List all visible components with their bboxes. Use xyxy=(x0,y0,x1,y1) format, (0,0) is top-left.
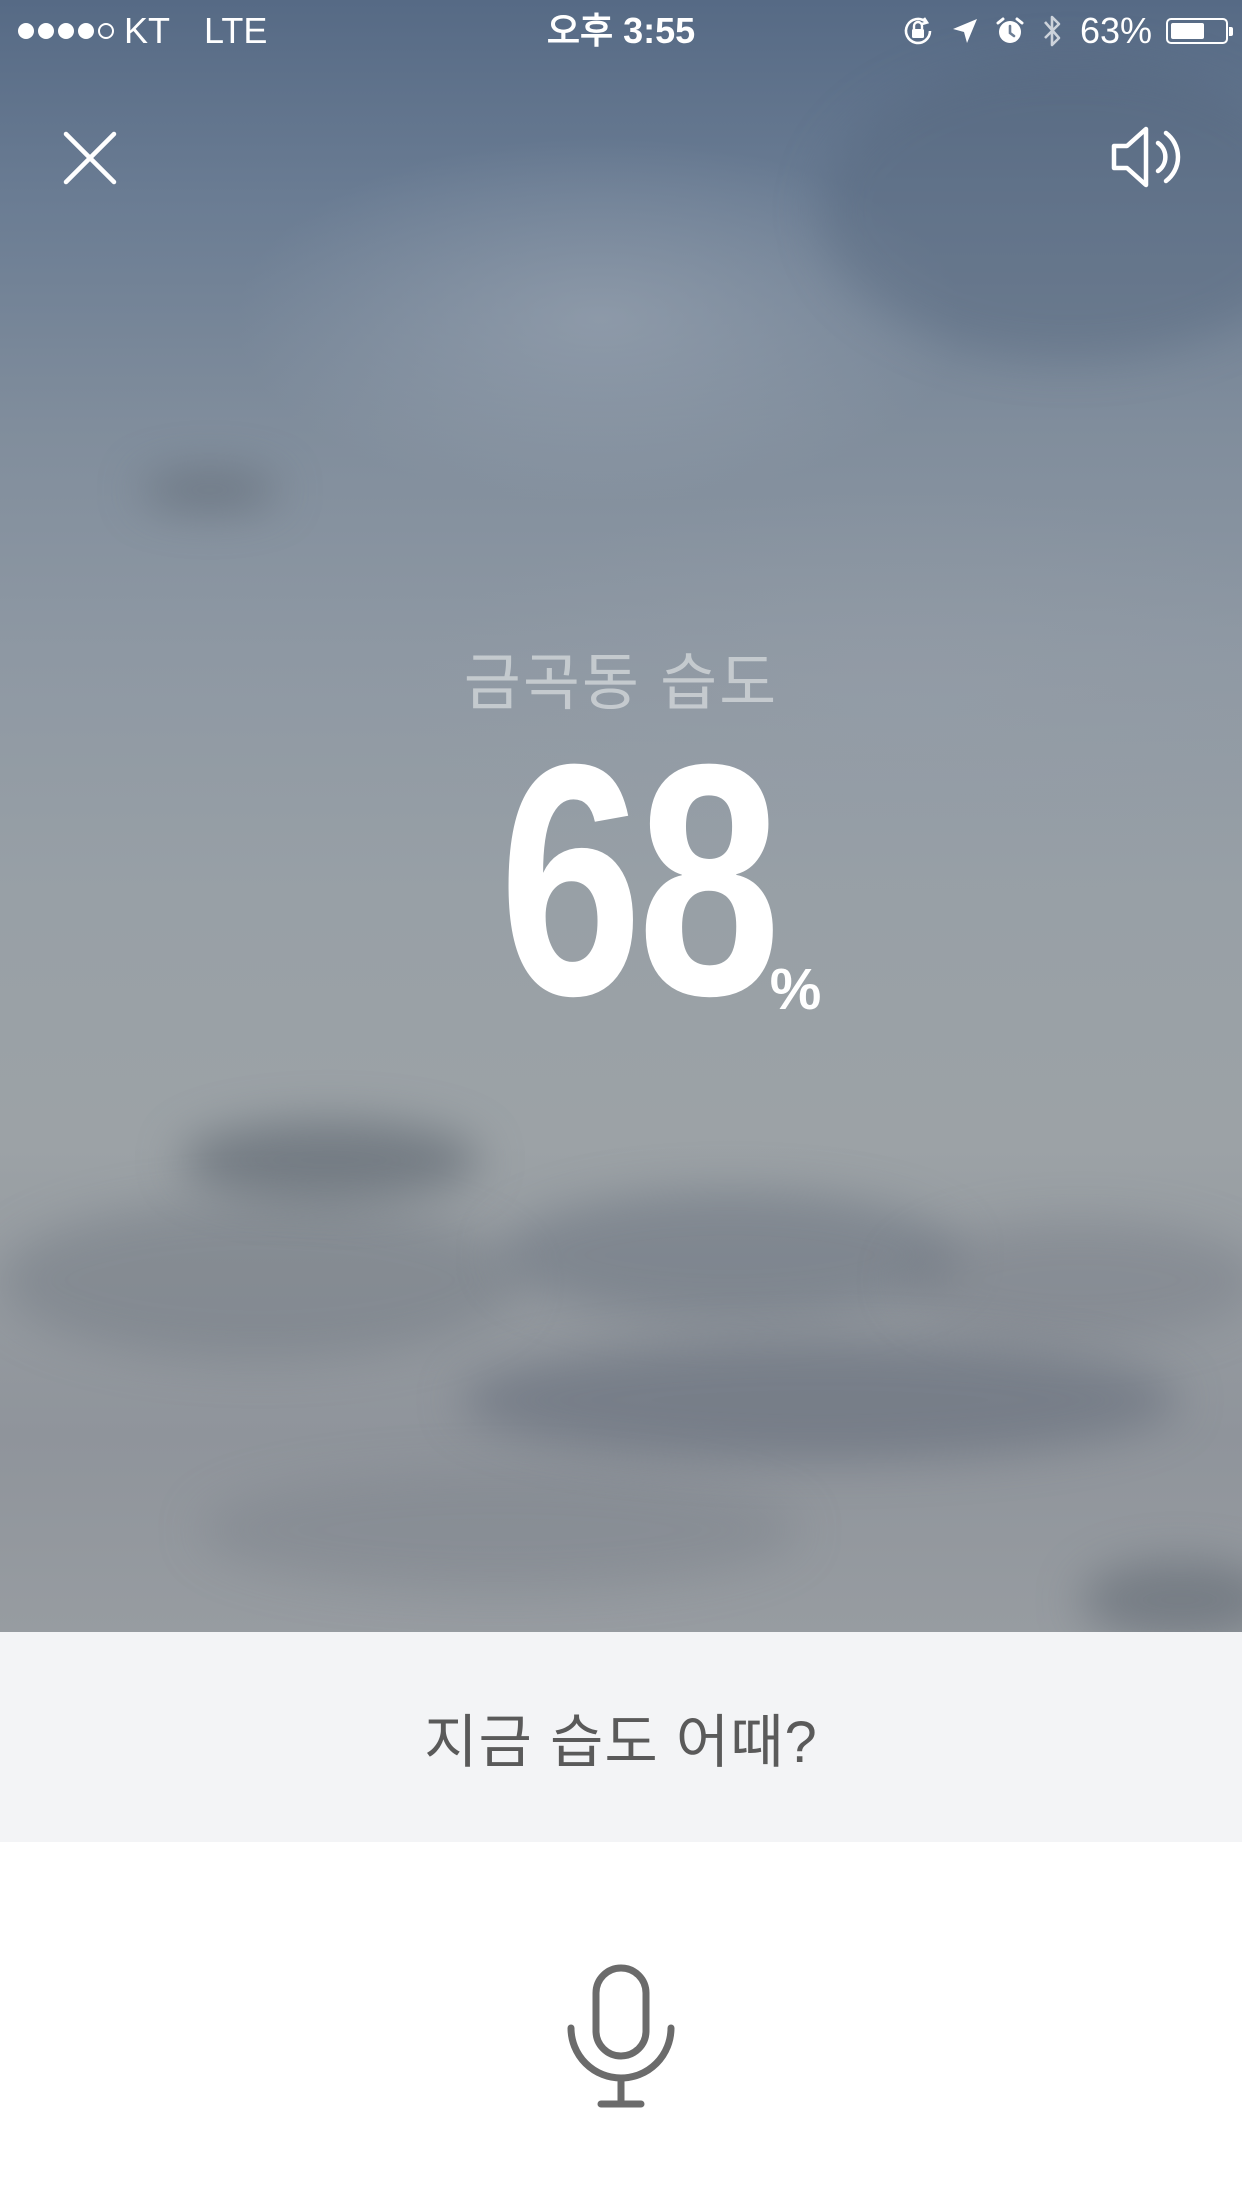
battery-icon xyxy=(1166,18,1233,44)
weather-voice-screen: KT LTE 오후 3:55 63% 금곡동 습도 68% 지금 습도 어때? xyxy=(0,0,1242,2208)
query-bar: 지금 습도 어때? xyxy=(0,1632,1242,1842)
cloud xyxy=(200,1470,800,1590)
close-button[interactable] xyxy=(54,122,126,194)
sky-background: KT LTE 오후 3:55 63% 금곡동 습도 68% xyxy=(0,0,1242,1632)
status-bar: KT LTE 오후 3:55 63% xyxy=(0,0,1242,62)
voice-input-area xyxy=(0,1842,1242,2208)
humidity-unit: % xyxy=(769,957,822,1022)
bluetooth-icon xyxy=(1040,12,1064,50)
cloud xyxy=(460,1340,1180,1460)
speaker-icon xyxy=(1111,126,1181,188)
alarm-icon xyxy=(994,15,1026,47)
cloud xyxy=(1080,1560,1242,1632)
cloud xyxy=(180,1120,480,1200)
cloud xyxy=(820,60,1242,360)
close-icon xyxy=(63,131,117,185)
status-right: 63% xyxy=(900,10,1233,52)
sound-button[interactable] xyxy=(1108,118,1192,196)
battery-percent: 63% xyxy=(1079,10,1152,51)
orientation-lock-icon xyxy=(900,13,936,49)
cloud xyxy=(900,1220,1242,1340)
humidity-value: 68 xyxy=(498,695,781,1064)
microphone-button[interactable] xyxy=(560,1962,682,2112)
location-arrow-icon xyxy=(950,16,980,46)
cloud xyxy=(140,470,280,510)
cloud xyxy=(0,1200,520,1360)
battery-fill xyxy=(1171,23,1204,39)
humidity-reading: 68% xyxy=(0,695,1242,1064)
voice-query-text: 지금 습도 어때? xyxy=(424,1710,818,1775)
cloud xyxy=(500,1190,960,1320)
microphone-icon xyxy=(567,1964,675,2108)
